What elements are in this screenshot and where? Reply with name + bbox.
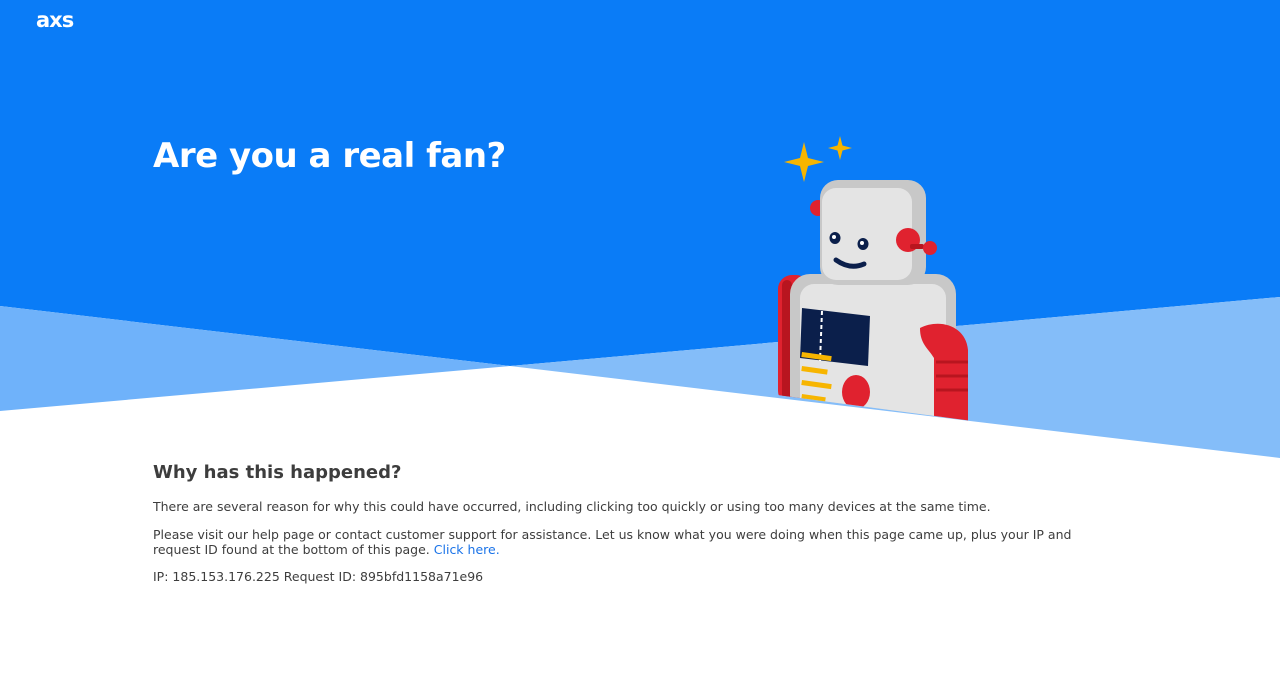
robot-head [810,180,937,285]
request-id-value: 895bfd1158a71e96 [360,569,484,584]
info-heading: Why has this happened? [153,462,402,483]
axs-logo[interactable]: axs [36,8,74,32]
robot-illustration [778,136,968,422]
sparkle-icon [784,136,852,182]
ip-label: IP: [153,569,169,584]
support-text: Please visit our help page or contact cu… [153,527,1072,557]
support-paragraph: Please visit our help page or contact cu… [153,527,1073,557]
error-page: axs Are you a real fan? Why has this hap… [0,0,1280,681]
ip-value: 185.153.176.225 [172,569,280,584]
request-id-label: Request ID: [283,569,357,584]
info-section: Why has this happened? There are several… [153,462,1073,584]
reason-paragraph: There are several reason for why this co… [153,499,991,514]
page-title: Are you a real fan? [153,136,506,176]
request-info: IP: 185.153.176.225 Request ID: 895bfd11… [153,569,1073,584]
click-here-link[interactable]: Click here. [434,542,500,557]
